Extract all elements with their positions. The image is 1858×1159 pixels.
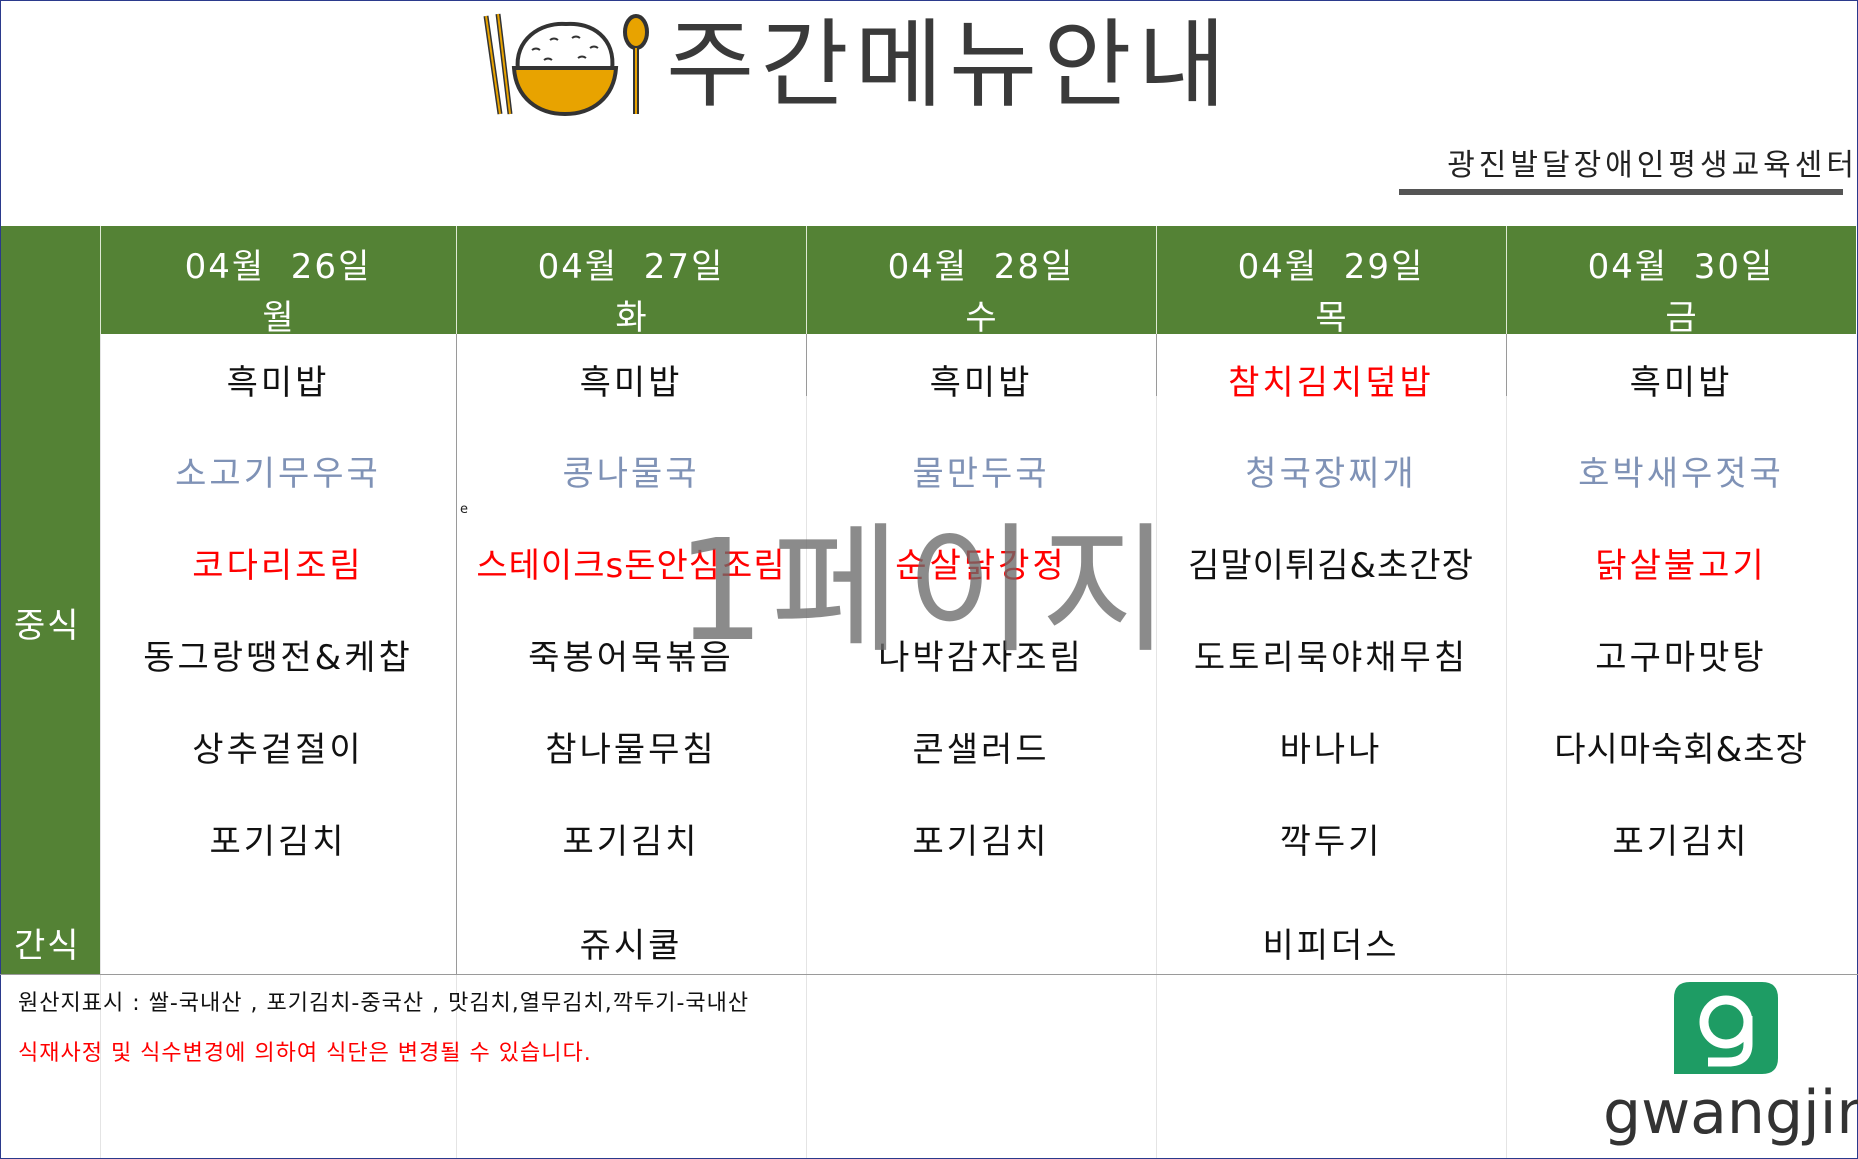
menu-cell: 흑미밥 — [226, 363, 330, 403]
menu-cell: 포기김치 — [1612, 822, 1750, 862]
menu-cell: 바나나 — [1279, 730, 1383, 770]
menu-cell: 호박새우젓국 — [1578, 454, 1784, 494]
day-date: 04월 28일 — [887, 247, 1075, 287]
day-date: 04월 30일 — [1587, 247, 1775, 287]
menu-cell: 닭살불고기 — [1595, 546, 1767, 586]
menu-cell: 흑미밥 — [1629, 363, 1733, 403]
rice-bowl-icon — [483, 13, 649, 117]
menu-cell: 소고기무우국 — [175, 454, 381, 494]
snack-cell: 비피더스 — [1262, 926, 1400, 966]
menu-cell: 순살닭강정 — [895, 546, 1067, 586]
menu-cell: 다시마숙회&초장 — [1554, 730, 1808, 770]
menu-cell: 도토리묵야채무침 — [1193, 638, 1469, 678]
menu-cell: 포기김치 — [562, 822, 700, 862]
center-name-underline — [1399, 189, 1843, 195]
side-label-column — [1, 334, 100, 974]
change-notice: 식재사정 및 식수변경에 의하여 식단은 변경될 수 있습니다. — [18, 1041, 592, 1066]
menu-cell: 물만두국 — [912, 454, 1050, 494]
menu-cell: 청국장찌개 — [1245, 454, 1417, 494]
day-date: 04월 26일 — [184, 247, 372, 287]
origin-notice: 원산지표시 : 쌀-국내산 , 포기김치-중국산 , 맛김치,열무김치,깍두기-… — [18, 991, 750, 1016]
center-name: 광진발달장애인평생교육센터 — [1447, 148, 1858, 183]
day-weekday: 화 — [615, 298, 647, 338]
day-weekday: 수 — [965, 298, 997, 338]
day-header-tue: 04월 27일 화 — [457, 226, 805, 338]
column-divider — [100, 226, 101, 1158]
lunch-label: 중식 — [14, 606, 81, 646]
day-weekday: 월 — [262, 298, 294, 338]
menu-cell: 콩나물국 — [562, 454, 700, 494]
menu-cell: 나박감자조림 — [878, 638, 1084, 678]
menu-cell: 동그랑땡전&케찹 — [143, 638, 413, 678]
day-header-mon: 04월 26일 월 — [104, 226, 452, 338]
menu-cell: 죽봉어묵볶음 — [528, 638, 734, 678]
menu-cell: 고구마맛탕 — [1595, 638, 1767, 678]
menu-cell: 포기김치 — [912, 822, 1050, 862]
stray-mark: e — [460, 502, 468, 517]
menu-cell: 콘샐러드 — [912, 730, 1050, 770]
day-date: 04월 27일 — [537, 247, 725, 287]
menu-cell: 참치김치덮밥 — [1228, 363, 1434, 403]
logo-wordmark: gwangjin — [1603, 1078, 1858, 1148]
menu-cell: 흑미밥 — [929, 363, 1033, 403]
menu-cell: 흑미밥 — [579, 363, 683, 403]
table-bottom-border — [0, 974, 1858, 975]
day-weekday: 목 — [1315, 298, 1347, 338]
snack-label: 간식 — [14, 926, 81, 966]
day-header-fri: 04월 30일 금 — [1507, 226, 1855, 338]
menu-cell: 포기김치 — [209, 822, 347, 862]
header-divider — [100, 226, 101, 334]
day-header-wed: 04월 28일 수 — [807, 226, 1155, 338]
day-date: 04월 29일 — [1237, 247, 1425, 287]
menu-cell: 깍두기 — [1279, 822, 1383, 862]
menu-cell: 스테이크s돈안심조림 — [476, 546, 786, 586]
menu-cell: 상추겉절이 — [192, 730, 364, 770]
gwangjin-logo-icon — [1674, 982, 1778, 1074]
menu-cell: 김말이튀김&초간장 — [1188, 546, 1474, 586]
menu-cell: 코다리조림 — [192, 546, 364, 586]
snack-cell: 쥬시쿨 — [579, 926, 683, 966]
title-area: 주간메뉴안내 — [480, 10, 1232, 120]
day-weekday: 금 — [1665, 298, 1697, 338]
menu-cell: 참나물무침 — [545, 730, 717, 770]
day-header-thu: 04월 29일 목 — [1157, 226, 1505, 338]
page-title: 주간메뉴안내 — [666, 9, 1232, 121]
